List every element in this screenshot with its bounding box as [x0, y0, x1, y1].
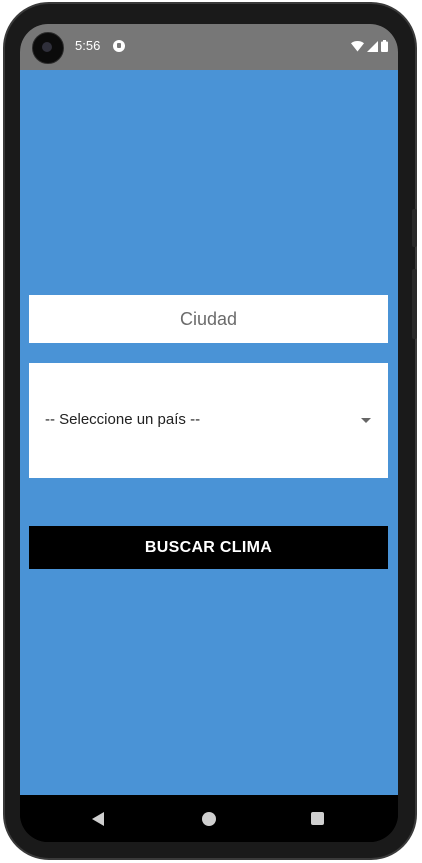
signal-icon: [367, 40, 378, 52]
home-icon[interactable]: [202, 812, 216, 826]
back-icon[interactable]: [92, 812, 104, 826]
notification-icon: [113, 40, 125, 52]
recent-apps-icon[interactable]: [311, 812, 324, 825]
wifi-icon: [351, 40, 364, 51]
device-screen: 5:56 -- Seleccione un país -- BUSCAR CLI…: [20, 24, 398, 842]
status-icons: [351, 40, 388, 52]
country-select[interactable]: -- Seleccione un país --: [29, 363, 388, 478]
search-weather-button[interactable]: BUSCAR CLIMA: [29, 526, 388, 569]
camera-lens: [42, 42, 52, 52]
status-time: 5:56: [75, 38, 101, 53]
country-select-value: -- Seleccione un país --: [45, 411, 201, 428]
app-content: -- Seleccione un país -- BUSCAR CLIMA: [20, 70, 398, 795]
volume-button: [412, 209, 417, 247]
battery-icon: [381, 40, 388, 52]
camera-cutout: [32, 32, 64, 64]
city-input[interactable]: [29, 295, 388, 343]
power-button: [412, 269, 417, 339]
navigation-bar: [20, 795, 398, 842]
status-bar: 5:56: [20, 24, 398, 70]
chevron-down-icon: [361, 418, 371, 423]
